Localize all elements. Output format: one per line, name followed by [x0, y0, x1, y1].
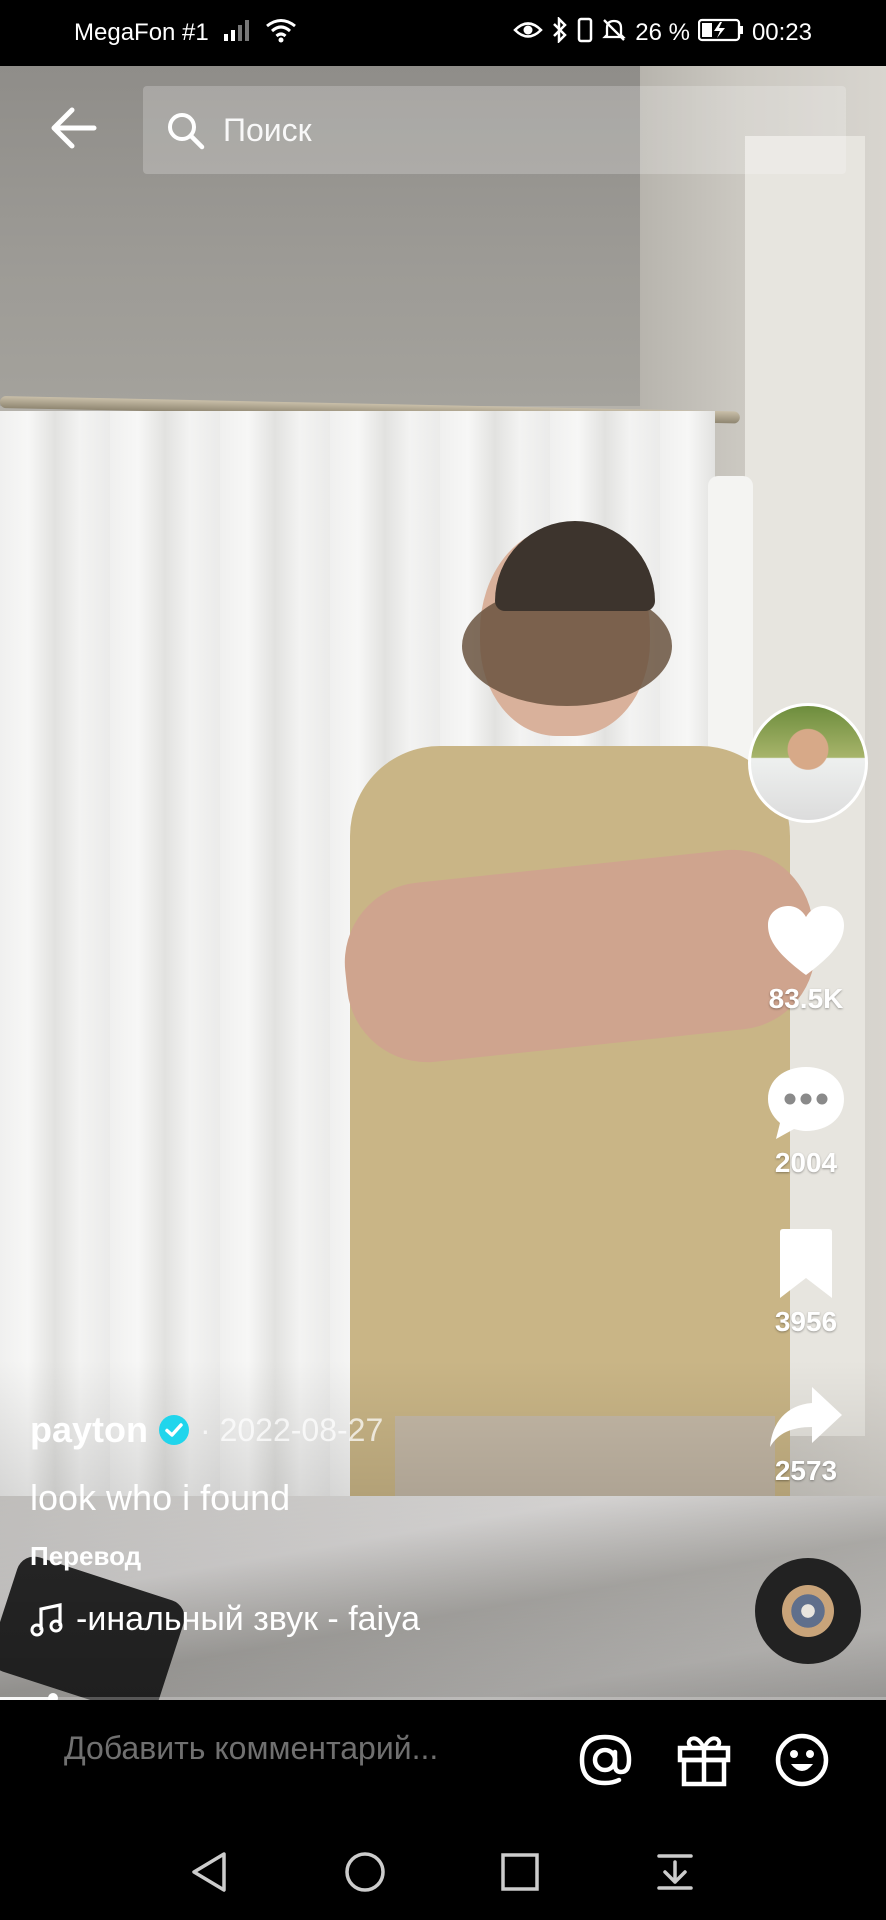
bluetooth-icon	[551, 15, 569, 50]
search-bar[interactable]: Поиск	[143, 86, 846, 174]
author-line: payton · 2022-08-27	[30, 1405, 730, 1455]
save-count: 3956	[774, 1306, 838, 1337]
status-right: 26 % 00:23	[513, 0, 812, 66]
comment-bar: Добавить комментарий...	[0, 1700, 886, 1820]
clock: 00:23	[751, 19, 812, 46]
system-nav-bar	[0, 1820, 886, 1920]
verified-badge-icon	[158, 1414, 190, 1446]
carrier-label: MegaFon #1	[74, 19, 209, 46]
like-button[interactable]: 83.5K	[756, 905, 856, 1015]
post-date: · 2022-08-27	[200, 1411, 384, 1448]
video-scene-towel-holder	[708, 476, 753, 766]
cell-signal-icon	[223, 18, 251, 49]
battery-charging-icon	[697, 18, 744, 49]
nav-recents-button[interactable]	[490, 1842, 550, 1902]
pull-down-icon	[657, 1854, 693, 1890]
share-button[interactable]: 2573	[756, 1385, 856, 1487]
caption-text: look who i found	[30, 1477, 291, 1518]
music-link[interactable]: -инальный звук - faiya	[30, 1600, 470, 1639]
arrow-left-icon	[51, 107, 97, 149]
eye-icon	[513, 19, 544, 48]
square-recents-icon	[501, 1853, 539, 1891]
mute-bell-icon	[601, 17, 627, 50]
at-sign-icon	[579, 1734, 632, 1786]
search-icon	[165, 110, 205, 150]
author-name[interactable]: payton	[30, 1409, 148, 1451]
smiley-icon	[775, 1733, 829, 1787]
nav-notifications-button[interactable]	[645, 1842, 705, 1902]
wifi-icon	[265, 17, 297, 50]
circle-home-icon	[345, 1852, 385, 1892]
music-disc-button[interactable]	[755, 1558, 861, 1664]
save-button[interactable]: 3956	[756, 1228, 856, 1338]
triangle-back-icon	[192, 1852, 226, 1892]
vibrate-icon	[577, 17, 593, 50]
share-count: 2573	[774, 1455, 838, 1486]
comment-button[interactable]: 2004	[756, 1065, 856, 1179]
nav-home-button[interactable]	[335, 1842, 395, 1902]
bookmark-icon	[780, 1229, 832, 1298]
search-input[interactable]: Поиск	[223, 112, 312, 149]
heart-icon	[768, 906, 844, 975]
translate-link[interactable]: Перевод	[30, 1541, 730, 1572]
emoji-button[interactable]	[770, 1728, 834, 1792]
post-caption: payton · 2022-08-27 look who i found Пер…	[30, 1405, 730, 1639]
comment-input[interactable]: Добавить комментарий...	[64, 1730, 438, 1767]
music-title: -инальный звук - faiya	[76, 1600, 421, 1638]
status-bar: MegaFon #1 26 % 00:23	[0, 0, 886, 66]
battery-percent: 26 %	[635, 19, 690, 46]
mention-button[interactable]	[573, 1728, 637, 1792]
music-disc-cover	[782, 1585, 834, 1637]
nav-back-button[interactable]	[180, 1842, 240, 1902]
gift-icon	[677, 1736, 731, 1787]
comment-count: 2004	[774, 1147, 838, 1178]
share-arrow-icon	[770, 1387, 842, 1447]
music-note-icon	[30, 1602, 64, 1637]
comment-bubble-icon	[768, 1067, 844, 1139]
status-left: MegaFon #1	[74, 0, 297, 66]
like-count: 83.5K	[768, 983, 844, 1014]
author-avatar[interactable]	[748, 703, 868, 823]
back-button[interactable]	[42, 96, 106, 160]
gift-button[interactable]	[672, 1728, 736, 1792]
screen: MegaFon #1 26 % 00:23 Поиск 83.5K 2004 3…	[0, 0, 886, 1920]
